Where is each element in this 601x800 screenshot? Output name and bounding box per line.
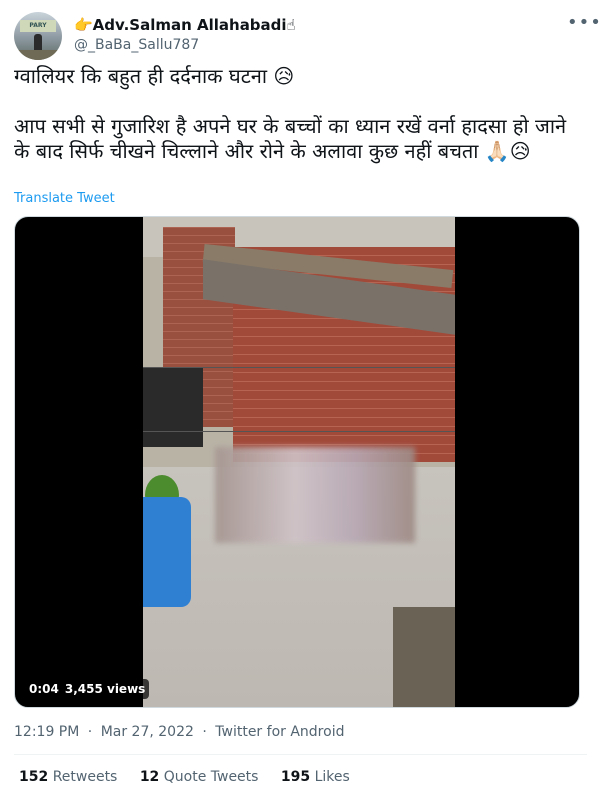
avatar-ground: [14, 50, 62, 60]
video-frame: [143, 217, 455, 707]
video-duration-badge: 0:04 3,455 views: [25, 679, 150, 699]
video-scene-wire: [143, 431, 455, 432]
avatar-sign: PARY: [20, 20, 56, 32]
translate-tweet-link[interactable]: Translate Tweet: [14, 191, 115, 206]
likes-stat[interactable]: 195 Likes: [281, 769, 350, 785]
retweets-count: 152: [19, 769, 49, 785]
tweet-stats: 152 Retweets 12 Quote Tweets 195 Likes: [19, 769, 368, 785]
divider: [14, 754, 587, 755]
video-scene-wire: [143, 367, 455, 368]
video-scene-water-tank: [143, 497, 191, 607]
meta-separator: ·: [202, 724, 207, 740]
likes-count: 195: [280, 769, 311, 785]
video-views: 3,455 views: [64, 682, 146, 696]
video-scene-tarp: [143, 367, 203, 447]
avatar[interactable]: PARY: [14, 12, 62, 60]
tweet-time[interactable]: 12:19 PM: [14, 724, 79, 740]
video-duration: 0:04: [29, 682, 59, 696]
tweet-text: ग्वालियर कि बहुत ही दर्दनाक घटना 😥 आप सभ…: [14, 64, 567, 163]
tweet-date[interactable]: Mar 27, 2022: [101, 724, 194, 740]
author-handle[interactable]: @_BaBa_Sallu787: [74, 37, 199, 53]
quote-tweets-stat[interactable]: 12 Quote Tweets: [140, 769, 259, 785]
likes-label: Likes: [314, 769, 350, 785]
quotes-count: 12: [139, 769, 160, 785]
retweets-stat[interactable]: 152 Retweets: [19, 769, 117, 785]
video-blurred-region: [215, 447, 415, 543]
retweets-label: Retweets: [52, 769, 118, 785]
tweet-page: PARY 👉Adv.Salman Allahabadi☝ @_BaBa_Sall…: [0, 0, 601, 800]
video-scene-debris: [393, 607, 455, 707]
author-name[interactable]: 👉Adv.Salman Allahabadi☝: [74, 16, 296, 34]
tweet-metadata: 12:19 PM · Mar 27, 2022 · Twitter for An…: [14, 724, 348, 740]
tweet-header: PARY 👉Adv.Salman Allahabadi☝ @_BaBa_Sall…: [14, 10, 601, 60]
meta-separator: ·: [87, 724, 93, 740]
more-icon[interactable]: •••: [567, 14, 601, 36]
video-player[interactable]: 0:04 3,455 views: [14, 216, 580, 708]
quotes-label: Quote Tweets: [163, 769, 259, 785]
tweet-source[interactable]: Twitter for Android: [215, 724, 344, 740]
